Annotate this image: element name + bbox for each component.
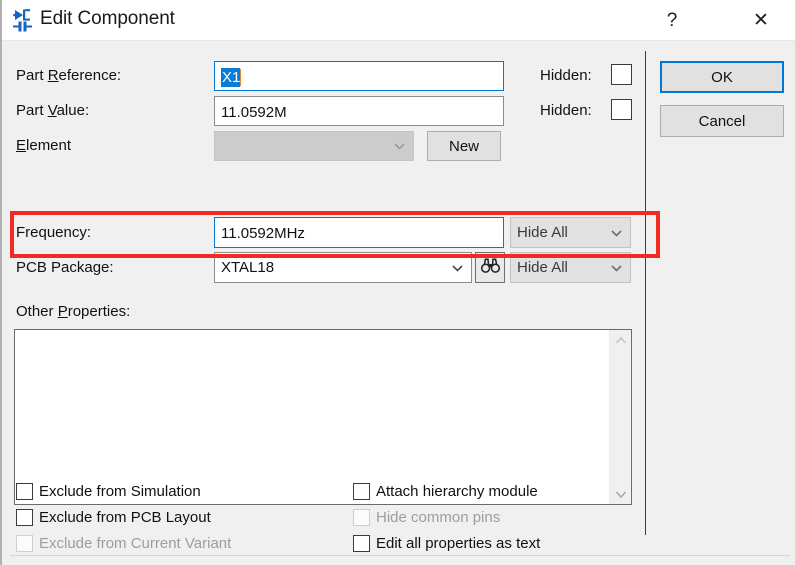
part-value-hidden-checkbox[interactable] <box>611 99 632 120</box>
part-reference-hidden-checkbox[interactable] <box>611 64 632 85</box>
part-value-input[interactable]: 11.0592M <box>214 96 504 126</box>
part-reference-hidden-label: Hidden: <box>540 67 592 84</box>
frequency-label: Frequency: <box>16 224 92 241</box>
checkbox-label: Edit all properties as text <box>376 535 541 552</box>
other-properties-label: Other Properties: <box>16 303 131 320</box>
scroll-down-icon[interactable] <box>610 484 631 504</box>
checkbox-label: Attach hierarchy module <box>376 483 538 500</box>
checkbox-label: Hide common pins <box>376 509 501 526</box>
pcb-package-visibility-value: Hide All <box>517 259 568 276</box>
checkbox-attach-hierarchy-module[interactable]: Attach hierarchy module <box>353 483 538 500</box>
pcb-package-browse-button[interactable] <box>475 252 505 283</box>
new-element-button[interactable]: New <box>427 131 501 161</box>
checkbox-hide-common-pins: Hide common pins <box>353 509 500 526</box>
checkbox-label: Exclude from Current Variant <box>39 535 232 552</box>
checkbox-exclude-from-current-variant: Exclude from Current Variant <box>16 535 231 552</box>
checkbox-box[interactable] <box>16 483 33 500</box>
text-caret <box>240 68 242 86</box>
checkbox-box <box>353 509 370 526</box>
checkbox-box[interactable] <box>353 535 370 552</box>
chevron-down-icon <box>610 226 623 239</box>
scroll-up-icon[interactable] <box>610 330 631 350</box>
part-value-label: Part Value: <box>16 102 90 119</box>
window-title: Edit Component <box>40 8 175 29</box>
edit-component-dialog: Edit Component ? ✕ Part Reference: X1 Hi… <box>0 0 796 565</box>
frequency-visibility-value: Hide All <box>517 224 568 241</box>
checkbox-edit-all-properties-as-text[interactable]: Edit all properties as text <box>353 535 540 552</box>
part-reference-label: Part Reference: <box>16 67 122 84</box>
pcb-package-visibility-combobox[interactable]: Hide All <box>510 252 631 283</box>
checkbox-label: Exclude from PCB Layout <box>39 509 211 526</box>
vertical-divider <box>645 51 646 535</box>
checkbox-exclude-from-pcb-layout[interactable]: Exclude from PCB Layout <box>16 509 211 526</box>
chevron-down-icon <box>610 261 623 274</box>
checkbox-box <box>16 535 33 552</box>
pcb-package-label: PCB Package: <box>16 259 114 276</box>
chevron-down-icon <box>451 261 464 274</box>
checkbox-box[interactable] <box>353 483 370 500</box>
cancel-button[interactable]: Cancel <box>660 105 784 137</box>
part-reference-value: X1 <box>221 67 241 87</box>
checkbox-box[interactable] <box>16 509 33 526</box>
pcb-package-value: XTAL18 <box>221 259 275 276</box>
frequency-value: 11.0592MHz <box>221 225 305 242</box>
frequency-visibility-combobox[interactable]: Hide All <box>510 217 631 248</box>
checkbox-label: Exclude from Simulation <box>39 483 201 500</box>
dialog-body: Part Reference: X1 Hidden: Part Value: 1… <box>2 41 795 565</box>
bottom-separator <box>10 555 790 556</box>
ok-button[interactable]: OK <box>660 61 784 93</box>
element-combobox[interactable] <box>214 131 414 161</box>
element-label: Element <box>16 137 72 154</box>
other-properties-scrollbar[interactable] <box>609 330 631 504</box>
frequency-input[interactable]: 11.0592MHz <box>214 217 504 248</box>
part-value-text: 11.0592M <box>221 103 287 121</box>
part-reference-input[interactable]: X1 <box>214 61 504 91</box>
title-bar: Edit Component ? ✕ <box>2 0 795 41</box>
part-value-hidden-label: Hidden: <box>540 102 592 119</box>
close-button[interactable]: ✕ <box>738 0 784 41</box>
other-properties-textarea[interactable] <box>14 329 632 505</box>
pcb-package-combobox[interactable]: XTAL18 <box>214 252 472 283</box>
chevron-down-icon <box>393 140 406 153</box>
checkbox-exclude-from-simulation[interactable]: Exclude from Simulation <box>16 483 201 500</box>
binoculars-icon <box>480 257 500 278</box>
help-button[interactable]: ? <box>649 0 695 41</box>
component-edit-icon <box>10 7 36 33</box>
